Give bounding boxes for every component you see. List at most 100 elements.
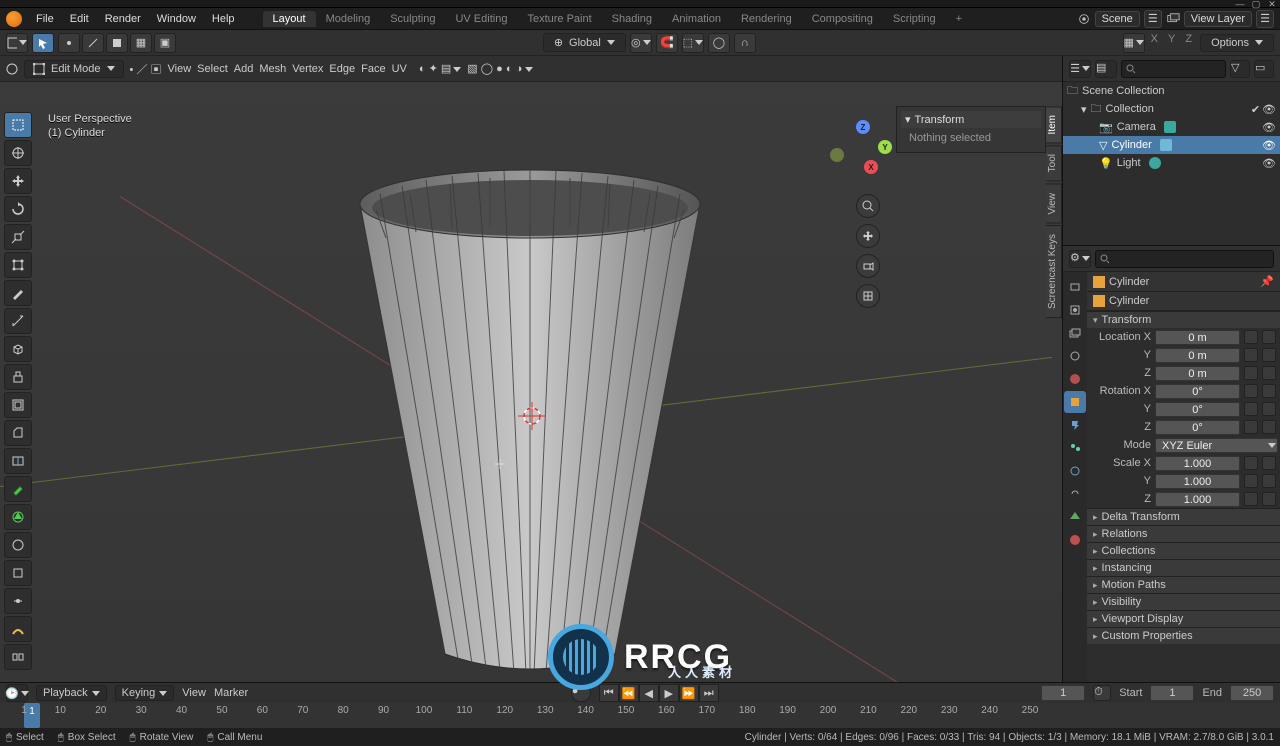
close-icon[interactable]: ✕ <box>1266 0 1278 9</box>
vp-menu-edge[interactable]: Edge <box>329 63 355 75</box>
loc-y-field[interactable]: 0 m <box>1155 348 1240 363</box>
lock-icon[interactable] <box>1244 420 1258 434</box>
zoom-icon[interactable] <box>856 194 880 218</box>
ptab-scene[interactable] <box>1064 345 1086 367</box>
tool-rotate[interactable] <box>4 196 32 222</box>
vp-menu-view[interactable]: View <box>168 63 192 75</box>
persp-ortho-icon[interactable] <box>856 284 880 308</box>
anim-icon[interactable] <box>1262 456 1276 470</box>
lock-icon[interactable] <box>1244 330 1258 344</box>
autokey-button[interactable]: ● <box>571 684 591 702</box>
scale-y-field[interactable]: 1.000 <box>1155 474 1240 489</box>
gizmo-toggle[interactable]: ✦ <box>429 63 438 75</box>
ptab-constraints[interactable] <box>1064 483 1086 505</box>
tool-move[interactable] <box>4 168 32 194</box>
outliner-new-collection[interactable]: ▭ <box>1254 60 1274 78</box>
section-relations[interactable]: Relations <box>1087 526 1280 542</box>
anim-icon[interactable] <box>1262 330 1276 344</box>
section-visibility[interactable]: Visibility <box>1087 594 1280 610</box>
timeline-track[interactable]: 1 11020304050607080901001101201301401501… <box>0 703 1280 728</box>
gizmo-x-icon[interactable]: X <box>864 160 878 174</box>
section-custom-props[interactable]: Custom Properties <box>1087 628 1280 644</box>
start-frame-field[interactable]: 1 <box>1150 685 1194 701</box>
viewlayer-field[interactable]: View Layer <box>1184 11 1252 27</box>
ptab-modifiers[interactable] <box>1064 414 1086 436</box>
outliner-type-button[interactable]: ☰ <box>1069 60 1091 78</box>
scene-browse-button[interactable]: ☰ <box>1144 10 1162 28</box>
eye-icon[interactable]: 👁 <box>1262 121 1276 134</box>
vp-menu-mesh[interactable]: Mesh <box>259 63 286 75</box>
tl-keying[interactable]: Keying <box>115 685 175 701</box>
ntab-tool[interactable]: Tool <box>1046 145 1062 181</box>
viewlayer-browse-button[interactable]: ☰ <box>1256 10 1274 28</box>
anim-icon[interactable] <box>1262 402 1276 416</box>
outliner-scene-collection[interactable]: 🗀 Scene Collection <box>1063 82 1280 100</box>
play-rev-icon[interactable]: ◀ <box>639 684 659 702</box>
overlays-menu[interactable]: ▤ <box>441 63 461 75</box>
tool-scale[interactable] <box>4 224 32 250</box>
ntab-view[interactable]: View <box>1046 184 1062 224</box>
viewport-canvas[interactable]: User Perspective (1) Cylinder <box>0 56 1062 682</box>
selmode-edge[interactable] <box>82 33 104 53</box>
properties-type-button[interactable]: ⚙ <box>1069 250 1091 268</box>
proportional-falloff-button[interactable]: ∩ <box>734 33 756 53</box>
outliner-filter-button[interactable]: ▽ <box>1230 60 1250 78</box>
tool-inset[interactable] <box>4 392 32 418</box>
editor-type-3dview[interactable] <box>6 63 18 75</box>
tool-bevel[interactable] <box>4 420 32 446</box>
eye-icon[interactable]: 👁 <box>1262 139 1276 152</box>
tool-select-box[interactable] <box>4 112 32 138</box>
eye-icon[interactable]: 👁 <box>1262 103 1276 116</box>
tool-shrink[interactable] <box>4 616 32 642</box>
npanel-header[interactable]: ▾ Transform <box>901 111 1041 128</box>
eye-icon[interactable]: 👁 <box>1262 157 1276 170</box>
viewport-3d[interactable]: Edit Mode • ／ ▣ View Select Add Mesh Ver… <box>0 56 1062 682</box>
anim-icon[interactable] <box>1262 366 1276 380</box>
frame-lock-icon[interactable]: ⏱ <box>1093 685 1111 701</box>
rot-y-field[interactable]: 0° <box>1155 402 1240 417</box>
ptab-output[interactable] <box>1064 299 1086 321</box>
workspace-layout[interactable]: Layout <box>263 11 316 27</box>
workspace-shading[interactable]: Shading <box>602 11 662 27</box>
tool-loopcut[interactable] <box>4 448 32 474</box>
prev-key-icon[interactable]: ⏪ <box>619 684 639 702</box>
nav-gizmo[interactable]: Z Y X <box>826 120 886 180</box>
options-dropdown[interactable]: Options <box>1200 34 1274 52</box>
shading-matprev[interactable]: ◐ <box>506 63 513 75</box>
facemode-button[interactable]: ▣ <box>151 64 162 76</box>
select-tool-icon[interactable] <box>32 33 54 53</box>
shading-rendered[interactable]: ◑ <box>516 63 523 75</box>
tool-add-cube[interactable] <box>4 336 32 362</box>
mode-dropdown[interactable]: Edit Mode <box>24 60 124 78</box>
current-frame-field[interactable]: 1 <box>1041 685 1085 701</box>
tl-view[interactable]: View <box>182 687 206 699</box>
tool-cursor[interactable] <box>4 140 32 166</box>
loc-z-field[interactable]: 0 m <box>1155 366 1240 381</box>
tool-knife[interactable] <box>4 476 32 502</box>
vp-menu-add[interactable]: Add <box>234 63 254 75</box>
gizmo-negy-icon[interactable] <box>830 148 844 162</box>
scale-x-field[interactable]: 1.000 <box>1155 456 1240 471</box>
end-frame-field[interactable]: 250 <box>1230 685 1274 701</box>
anim-icon[interactable] <box>1262 474 1276 488</box>
outliner-search[interactable] <box>1121 60 1226 78</box>
gizmo-y-icon[interactable]: Y <box>878 140 892 154</box>
section-instancing[interactable]: Instancing <box>1087 560 1280 576</box>
outliner-camera[interactable]: 📷 Camera 👁 <box>1063 118 1280 136</box>
menu-window[interactable]: Window <box>149 13 204 25</box>
outliner-display-button[interactable]: ▤ <box>1095 60 1117 78</box>
xray-toggle[interactable]: ▧ <box>467 63 477 75</box>
rotation-mode-dropdown[interactable]: XYZ Euler <box>1155 438 1278 453</box>
tool-edgeslide[interactable] <box>4 588 32 614</box>
lock-icon[interactable] <box>1244 402 1258 416</box>
rot-x-field[interactable]: 0° <box>1155 384 1240 399</box>
overlay-toggle[interactable]: ◐ <box>419 63 426 75</box>
anim-icon[interactable] <box>1262 348 1276 362</box>
section-viewport-display[interactable]: Viewport Display <box>1087 611 1280 627</box>
ptab-render[interactable] <box>1064 276 1086 298</box>
workspace-animation[interactable]: Animation <box>662 11 731 27</box>
workspace-texpaint[interactable]: Texture Paint <box>517 11 601 27</box>
jump-end-icon[interactable]: ⏭ <box>699 684 719 702</box>
lock-icon[interactable] <box>1244 366 1258 380</box>
selmode-extra1[interactable]: ▦ <box>130 33 152 53</box>
